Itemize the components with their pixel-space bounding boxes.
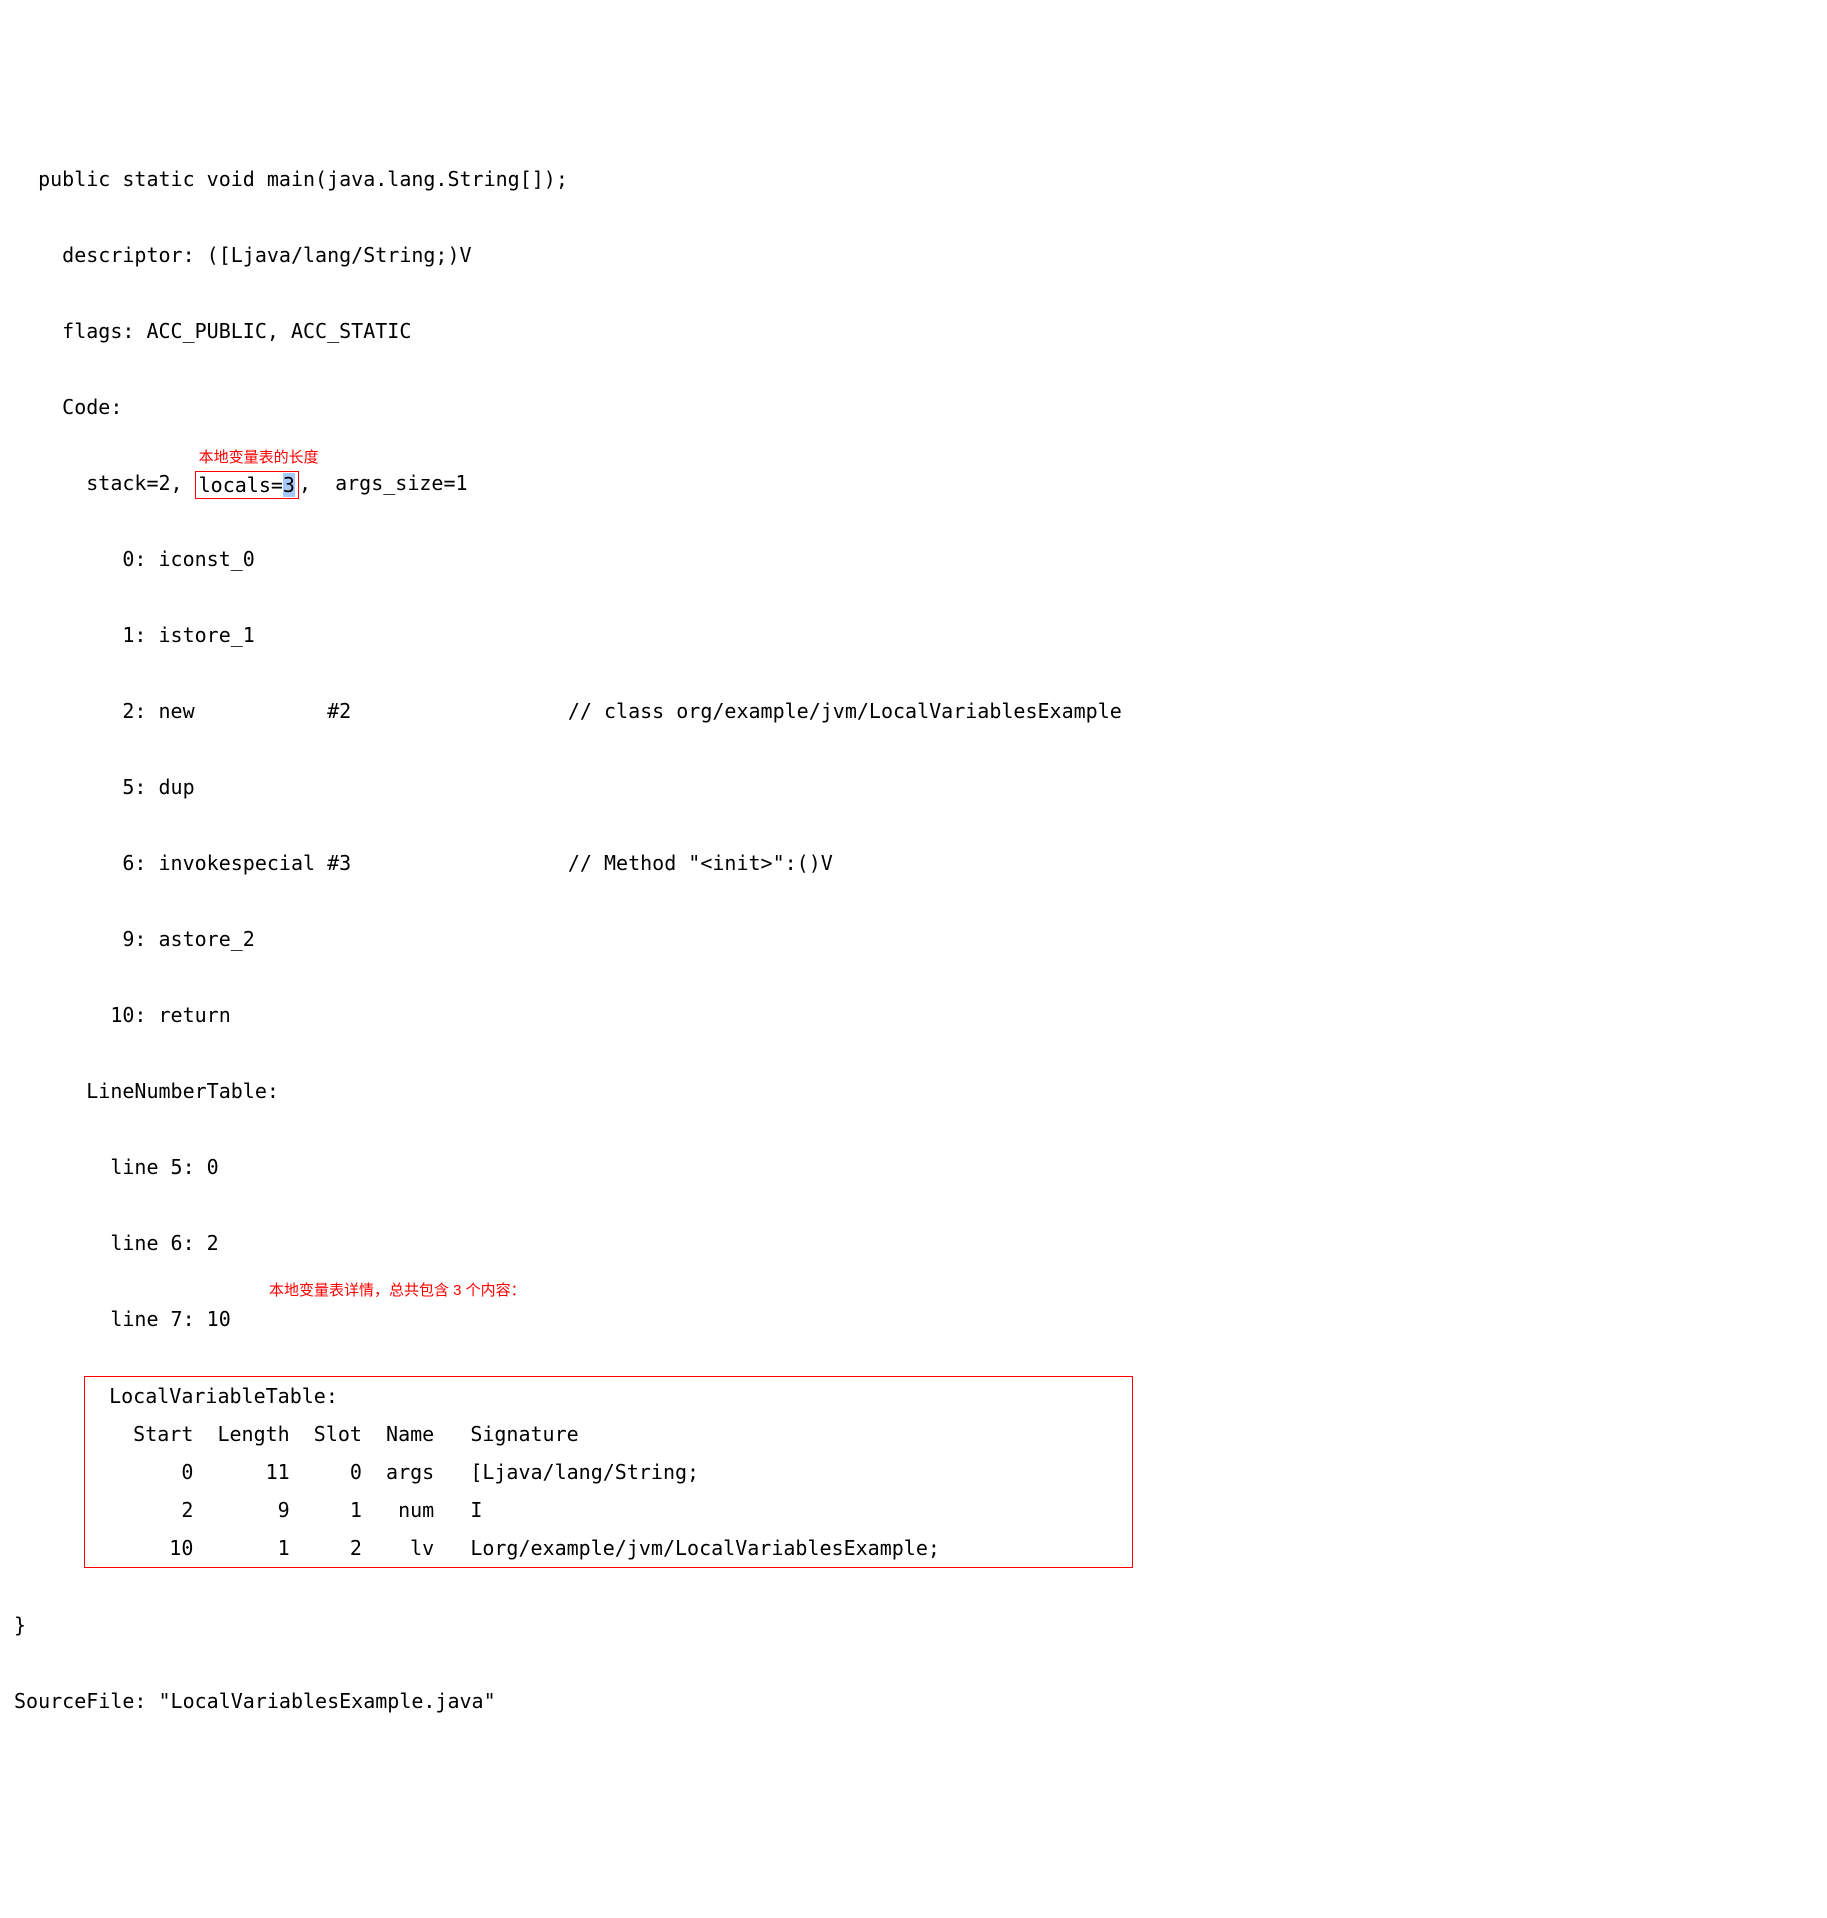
line-number-table-label: LineNumberTable: [14, 1072, 1813, 1110]
code-label-text: Code: [14, 395, 122, 419]
line-number-entry: line 6: 2 [14, 1224, 1813, 1262]
source-file: SourceFile: "LocalVariablesExample.java" [14, 1682, 1813, 1720]
stack-pre: stack=2, [14, 471, 195, 495]
code-label: Code: [14, 388, 1813, 426]
line-number-entry: line 7: 10本地变量表详情，总共包含 3 个内容： [14, 1300, 1813, 1338]
bytecode-line: 9: astore_2 [14, 920, 1813, 958]
closing-brace: } [14, 1606, 1813, 1644]
annotation-locals-length: 本地变量表的长度 [199, 448, 319, 468]
locals-label: locals= [199, 473, 283, 497]
lvt-row: 10 1 2 lv Lorg/example/jvm/LocalVariable… [85, 1529, 1112, 1567]
bytecode-line: 0: iconst_0 [14, 540, 1813, 578]
annotation-lvt-detail: 本地变量表详情，总共包含 3 个内容： [269, 1277, 526, 1306]
lvt-header: Start Length Slot Name Signature [85, 1415, 1112, 1453]
method-signature: public static void main(java.lang.String… [14, 160, 1813, 198]
line-number-entry: line 5: 0 [14, 1148, 1813, 1186]
bytecode-line: 2: new #2 // class org/example/jvm/Local… [14, 692, 1813, 730]
lvt-row: 2 9 1 num I [85, 1491, 1112, 1529]
line-number-last: line 7: 10 [14, 1307, 231, 1331]
lvt-label: LocalVariableTable: [85, 1377, 1112, 1415]
local-variable-table-box: LocalVariableTable: Start Length Slot Na… [84, 1376, 1133, 1568]
bytecode-line: 5: dup [14, 768, 1813, 806]
bytecode-line: 1: istore_1 [14, 616, 1813, 654]
bytecode-line: 6: invokespecial #3 // Method "<init>":(… [14, 844, 1813, 882]
locals-highlight-box: 本地变量表的长度locals=3 [195, 471, 299, 499]
descriptor-line: descriptor: ([Ljava/lang/String;)V [14, 236, 1813, 274]
flags-line: flags: ACC_PUBLIC, ACC_STATIC [14, 312, 1813, 350]
bytecode-line: 10: return [14, 996, 1813, 1034]
lvt-row: 0 11 0 args [Ljava/lang/String; [85, 1453, 1112, 1491]
locals-value: 3 [283, 473, 295, 497]
stack-line: stack=2, 本地变量表的长度locals=3, args_size=1 [14, 464, 1813, 502]
args-size: , args_size=1 [299, 471, 468, 495]
